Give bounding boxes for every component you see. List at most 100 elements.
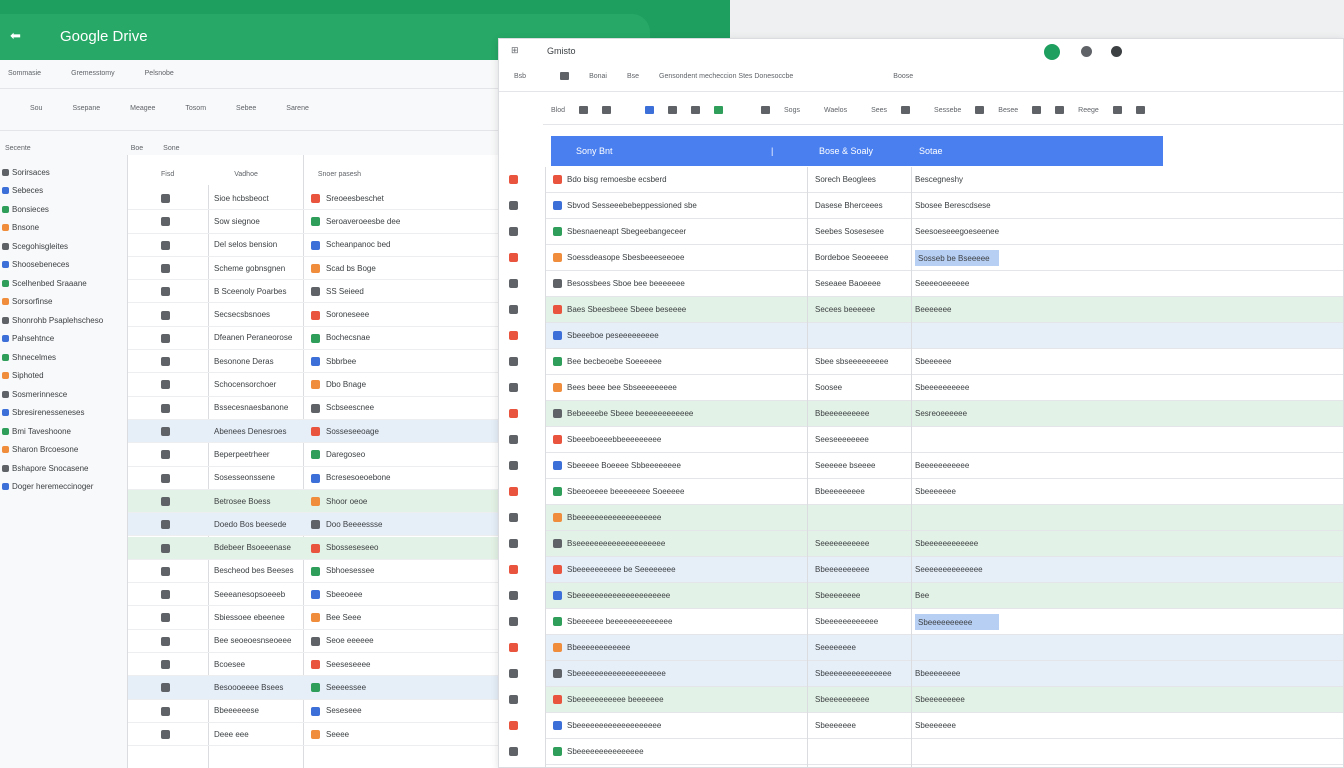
toolbar-btn[interactable]: Sees: [871, 107, 887, 114]
col-header[interactable]: Fisd: [161, 171, 174, 178]
file-row[interactable]: Bdebeer Bsoeeenase Sbosseseseeo: [128, 536, 548, 560]
menu-item[interactable]: Gensondent mecheccion Stes Donesoccbe: [659, 73, 793, 80]
sidebar-item[interactable]: Sharon Brcoesone: [2, 443, 117, 457]
sheet-icon[interactable]: [714, 106, 724, 114]
menu-item[interactable]: Pelsnobe: [145, 70, 174, 77]
file-row[interactable]: Besonone Deras Sbbrbee: [128, 350, 548, 374]
sidebar-item[interactable]: Scegohisgleites: [2, 239, 117, 253]
menu-item[interactable]: Boose: [893, 73, 913, 80]
link-icon[interactable]: [761, 106, 771, 114]
more-icon[interactable]: [1135, 106, 1145, 114]
grid-row[interactable]: Bebeeeebe Sbeee beeeeeeeeeeee Bbeeeeeeeee…: [545, 401, 1343, 427]
toolbar-btn[interactable]: Reege: [1078, 107, 1099, 114]
file-row[interactable]: Abenees Denesroes Sosseseeoage: [128, 420, 548, 444]
file-row[interactable]: Dfeanen Peraneorose Bochecsnae: [128, 327, 548, 351]
sidebar-item[interactable]: Bmi Taveshoone: [2, 424, 117, 438]
file-row[interactable]: Bescheod bes Beeses Sbhoesessee: [128, 560, 548, 584]
grid-row[interactable]: Sbesnaeneapt Sbegeebangeceer Seebes Soses…: [545, 219, 1343, 245]
grid-row[interactable]: Sbeeeeeeeeeeeeeeeeeeee Sbeeeeeeeeeeeeeee B…: [545, 661, 1343, 687]
grid-row[interactable]: Sbeeeeeeeeeeeeeeeeeeeee Sbeeeeeeee Bee: [545, 583, 1343, 609]
sidebar-item[interactable]: Bshapore Snocasene: [2, 461, 117, 475]
menu-item[interactable]: Sommasie: [8, 70, 41, 77]
sidebar-item[interactable]: Shoosebeneces: [2, 258, 117, 272]
grid-row[interactable]: Bseeeeeeeeeeeeeeeeeeee Seeeeeeeeeee Sbeeee…: [545, 531, 1343, 557]
file-row[interactable]: Del selos bension Scheanpanoc bed: [128, 234, 548, 257]
toolbar-btn[interactable]: Waelos: [824, 107, 847, 114]
col-header[interactable]: Snoer pasesh: [318, 171, 361, 178]
header-cell[interactable]: Sony Bnt: [576, 146, 613, 156]
format-icon[interactable]: [602, 106, 612, 114]
grid-row[interactable]: Sbeeeeeeeeeee beeeeeee Sbeeeeeeeeee Sbeeee…: [545, 687, 1343, 713]
grid-row[interactable]: Soessdeasope Sbesbeeeseeoee Bordeboe Seoe…: [545, 245, 1343, 271]
grid-row[interactable]: Sbeeeboe peseeeeeeeee: [545, 323, 1343, 349]
menu-item[interactable]: Bonai: [589, 73, 607, 80]
grid-row[interactable]: Bbeeeeeeeeeeeeeeeeeee: [545, 505, 1343, 531]
toolbar-btn[interactable]: Sou: [30, 105, 42, 112]
sidebar-item[interactable]: Sosmerinnesce: [2, 387, 117, 401]
menu-item[interactable]: Bsb: [514, 73, 526, 80]
file-row[interactable]: Besoooeeee Bsees Seeeessee: [128, 676, 548, 700]
file-row[interactable]: Sbiessoee ebeenee Bee Seee: [128, 606, 548, 630]
copy-icon[interactable]: [668, 106, 678, 114]
sidebar-item[interactable]: Bonsieces: [2, 202, 117, 216]
grid-row[interactable]: Sbeeeee Boeeee Sbbeeeeeeee Seeeeee bseeee…: [545, 453, 1343, 479]
grid-row[interactable]: Sbvod Sesseeebebeppessioned sbe Dasese Bh…: [545, 193, 1343, 219]
grid-row[interactable]: Bees beee bee Sbseeeeeeeee Soosee Sbeeeeee…: [545, 375, 1343, 401]
grid-row[interactable]: Sbeeeeee beeeeeeeeeeeeee Sbeeeeeeeeeeee Sb…: [545, 609, 1343, 635]
toolbar-btn[interactable]: Ssepane: [72, 105, 100, 112]
sidebar-item[interactable]: Sebeces: [2, 184, 117, 198]
file-row[interactable]: Secsecsbsnoes Soroneseee: [128, 304, 548, 327]
header-cell[interactable]: Bose & Soaly: [819, 146, 873, 156]
tab-boe[interactable]: Boe: [131, 145, 143, 152]
header-cell[interactable]: Sotae: [919, 146, 943, 156]
sidebar-item[interactable]: Sorirsaces: [2, 165, 117, 179]
file-row[interactable]: Seeeanesopsoeeeb Sbeeoeee: [128, 583, 548, 607]
paste-icon[interactable]: [691, 106, 701, 114]
grid-row[interactable]: Baes Sbeesbeee Sbeee beseeee Secees beeee…: [545, 297, 1343, 323]
file-row[interactable]: B Sceenoly Poarbes SS Seieed: [128, 280, 548, 304]
file-row[interactable]: Sosesseonssene Bcresesoeoebone: [128, 467, 548, 490]
sidebar-item[interactable]: Shnecelmes: [2, 350, 117, 364]
sidebar-item[interactable]: Scelhenbed Sraaane: [2, 276, 117, 290]
grid-row[interactable]: Sbeeeeeeeeeeeeeeeeeee Sbeeeeeee Sbeeeeeee: [545, 713, 1343, 739]
file-row[interactable]: Sow siegnoe Seroaveroeesbe dee: [128, 210, 548, 234]
grid-row[interactable]: Bee becbeoebe Soeeeeee Sbee sbseeeeeeeee S…: [545, 349, 1343, 375]
search-input[interactable]: Secente: [5, 145, 31, 152]
account-icon[interactable]: [1044, 44, 1060, 60]
sidebar-item[interactable]: Pahsehtnce: [2, 332, 117, 346]
image-icon[interactable]: [1055, 106, 1065, 114]
sidebar-item[interactable]: Doger heremeccinoger: [2, 480, 117, 494]
toolbar-btn[interactable]: Besee: [998, 107, 1018, 114]
sidebar-item[interactable]: Siphoted: [2, 369, 117, 383]
play-icon[interactable]: [645, 106, 655, 114]
grid-row[interactable]: Sbeeeeeeeeeeeeeee: [545, 739, 1343, 765]
comment-icon[interactable]: [1032, 106, 1042, 114]
file-row[interactable]: Doedo Bos beesede Doo Beeeessse: [128, 513, 548, 537]
toolbar-btn[interactable]: Sogs: [784, 107, 800, 114]
file-row[interactable]: Scheme gobnsgnen Scad bs Boge: [128, 257, 548, 281]
back-arrow-icon[interactable]: ⬅: [10, 28, 21, 44]
toolbar-btn[interactable]: Tosom: [185, 105, 206, 112]
file-row[interactable]: Beperpeetrheer Daregoseo: [128, 443, 548, 467]
grid-row[interactable]: Sbeeoeeee beeeeeeee Soeeeee Bbeeeeeeeee Sb…: [545, 479, 1343, 505]
file-row[interactable]: Deee eee Seeee: [128, 723, 548, 747]
sidebar-item[interactable]: Sbresirenesseneses: [2, 406, 117, 420]
sidebar-item[interactable]: Sorsorfinse: [2, 295, 117, 309]
help-icon[interactable]: [1081, 46, 1092, 57]
toolbar-btn[interactable]: Sebee: [236, 105, 256, 112]
grid-row[interactable]: Bdo bisg remoesbe ecsberd Sorech Beoglees…: [545, 167, 1343, 193]
menu-item[interactable]: Bse: [627, 73, 639, 80]
file-row[interactable]: Bbeeeeeese Seseseee: [128, 700, 548, 723]
file-row[interactable]: Schocensorchoer Dbo Bnage: [128, 373, 548, 397]
function-icon[interactable]: [1112, 106, 1122, 114]
settings-icon[interactable]: [1111, 46, 1122, 57]
toolbar-btn[interactable]: Blod: [551, 107, 565, 114]
paint-icon[interactable]: [579, 106, 589, 114]
file-row[interactable]: Bcoesee Seeseseeee: [128, 653, 548, 677]
grid-row[interactable]: Besossbees Sboe bee beeeeeee Seseaee Baoe…: [545, 271, 1343, 297]
menu-item[interactable]: Gremesstomy: [71, 70, 115, 77]
file-row[interactable]: Sioe hcbsbeoct Sreoeesbeschet: [128, 187, 548, 211]
grid-row[interactable]: Sbeeeboeeebbeeeeeeeee Seeseeeeeeee: [545, 427, 1343, 453]
grid-row[interactable]: Bbeeeeeeeeeeee Seeeeeeee: [545, 635, 1343, 661]
grid-row[interactable]: Sbeeeeeeeeee be Seeeeeeee Bbeeeeeeeeee See…: [545, 557, 1343, 583]
